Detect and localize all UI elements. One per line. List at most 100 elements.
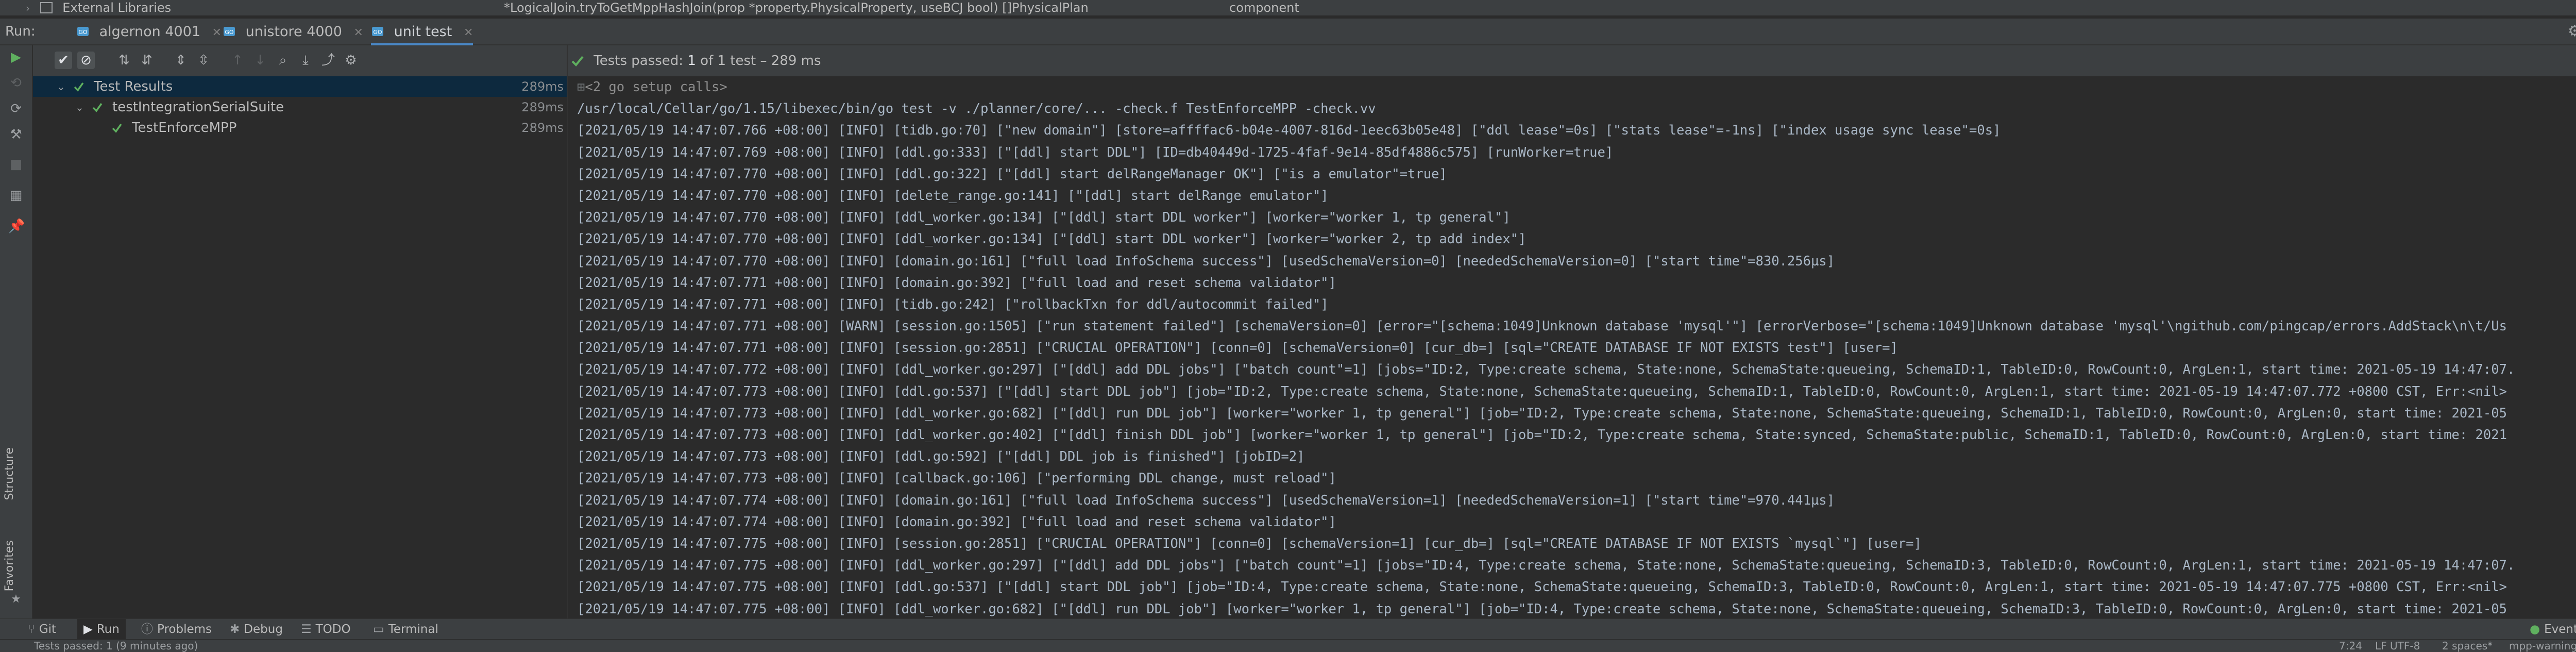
tab-label: algernon 4001 (99, 24, 201, 40)
go-run-config-icon: GO (224, 27, 235, 36)
tab-unit-test[interactable]: GO unit test ✕ (371, 21, 473, 46)
tab-terminal[interactable]: ▭ Terminal (373, 619, 438, 640)
svg-text:GO: GO (225, 29, 234, 36)
close-icon[interactable]: ✕ (354, 26, 363, 39)
tab-unistore[interactable]: GO unistore 4000 ✕ (223, 21, 363, 43)
method-signature: *LogicalJoin.tryToGetMppHashJoin(prop *p… (504, 1, 1089, 15)
check-icon (74, 82, 84, 92)
console-line: [2021/05/19 14:47:07.771 +08:00] [INFO] … (577, 275, 1336, 291)
indent-indicator[interactable]: 2 spaces* (2442, 640, 2493, 652)
duration-label: 289ms (521, 100, 564, 114)
console-line: [2021/05/19 14:47:07.773 +08:00] [INFO] … (577, 449, 1305, 465)
project-top-strip: › External Libraries *LogicalJoin.tryToG… (0, 0, 2576, 16)
folded-setup-calls[interactable]: ⊞<2 go setup calls> (577, 76, 2576, 98)
rerun-icon[interactable]: ▶ (8, 49, 24, 65)
structure-tool-tab[interactable]: Structure (3, 447, 16, 500)
collapse-all-icon[interactable]: ⇳ (195, 52, 212, 69)
external-libraries-label: External Libraries (62, 1, 172, 15)
console-line: [2021/05/19 14:47:07.773 +08:00] [INFO] … (577, 405, 2507, 421)
tab-run[interactable]: ▶ Run (77, 619, 126, 640)
tree-row-test[interactable]: TestEnforceMPP 289ms (33, 118, 567, 138)
console-line: [2021/05/19 14:47:07.771 +08:00] [INFO] … (577, 340, 1898, 356)
close-icon[interactable]: ✕ (212, 26, 222, 39)
git-branch-indicator[interactable]: mpp-warnings (2509, 640, 2576, 652)
encoding-indicator[interactable]: LF UTF-8 (2375, 640, 2420, 652)
expand-all-icon[interactable]: ⇕ (172, 52, 190, 69)
status-prefix: Tests passed: (594, 53, 684, 69)
console-line: [2021/05/19 14:47:07.770 +08:00] [INFO] … (577, 253, 1835, 269)
check-icon (571, 56, 584, 66)
tab-label: unistore 4000 (245, 24, 342, 40)
gear-icon[interactable]: ⚙ (2568, 23, 2576, 40)
duration-label: 289ms (521, 79, 564, 94)
tree-row-label: TestEnforceMPP (132, 120, 237, 136)
svg-text:GO: GO (78, 29, 88, 36)
show-ignored-icon[interactable]: ⊘ (77, 52, 95, 69)
toggle-auto-test-icon[interactable]: ⟳ (8, 101, 24, 116)
console-line: [2021/05/19 14:47:07.770 +08:00] [INFO] … (577, 210, 1511, 226)
component-label: component (1229, 1, 1299, 15)
tree-row-label: Test Results (94, 79, 173, 94)
layout-icon[interactable]: ▦ (8, 188, 24, 203)
console-line: [2021/05/19 14:47:07.774 +08:00] [INFO] … (577, 514, 1336, 530)
tab-git[interactable]: ⑂ Git (28, 619, 56, 640)
go-run-config-icon: GO (77, 27, 89, 36)
run-tool-window-header: Run: GO algernon 4001 ✕ GO unistore 4000… (0, 19, 2576, 46)
status-message[interactable]: Tests passed: 1 (9 minutes ago) (34, 640, 198, 652)
export-tests-icon[interactable]: ⤴ (319, 52, 337, 69)
test-tree-toolbar: ✔ ⊘ ⇅ ⇵ ⇕ ⇳ ↑ ↓ ⌕ ⤓ ⤴ ⚙ (33, 45, 567, 76)
wrench-icon[interactable]: ⚒ (8, 127, 24, 142)
tab-debug[interactable]: ✱ Debug (230, 619, 283, 640)
status-bar: Tests passed: 1 (9 minutes ago) 7:24 LF … (0, 639, 2576, 652)
favorites-tool-tab[interactable]: Favorites (3, 540, 16, 591)
event-log-tab[interactable]: ●Event Log (2530, 619, 2576, 640)
check-icon (92, 103, 103, 112)
console-output[interactable]: Tests passed: 1 of 1 test – 289 ms ⊞<2 g… (568, 45, 2576, 618)
test-results-tree: ✔ ⊘ ⇅ ⇵ ⇕ ⇳ ↑ ↓ ⌕ ⤓ ⤴ ⚙ ⌄ Test Results 2… (33, 45, 568, 618)
import-tests-icon[interactable]: ⤓ (297, 52, 314, 69)
console-line: [2021/05/19 14:47:07.773 +08:00] [INFO] … (577, 471, 1336, 487)
pin-icon[interactable]: 📌 (8, 219, 25, 234)
next-failed-icon[interactable]: ↓ (251, 52, 269, 69)
close-icon[interactable]: ✕ (464, 26, 473, 39)
tab-algernon[interactable]: GO algernon 4001 ✕ (76, 21, 222, 43)
chevron-down-icon[interactable]: ⌄ (57, 76, 65, 97)
console-line: [2021/05/19 14:47:07.770 +08:00] [INFO] … (577, 166, 1447, 182)
tree-row-suite[interactable]: ⌄ testIntegrationSerialSuite 289ms (33, 97, 567, 118)
chevron-right-icon: › (26, 2, 30, 14)
expand-icon[interactable]: ⊞ (577, 79, 585, 95)
rerun-failed-icon[interactable]: ⟲ (8, 75, 24, 91)
external-libraries-node[interactable]: › External Libraries (26, 0, 171, 15)
caret-position[interactable]: 7:24 (2339, 640, 2362, 652)
console-line: [2021/05/19 14:47:07.775 +08:00] [INFO] … (577, 579, 2507, 595)
info-icon: ⓘ (141, 623, 153, 636)
status-suffix: of 1 test – 289 ms (700, 53, 821, 69)
bug-icon: ✱ (230, 623, 240, 636)
run-left-toolbar: ▶ ⟲ ⟳ ⚒ ■ ▦ 📌 Structure Favorites ★ (0, 45, 32, 618)
console-line: /usr/local/Cellar/go/1.15/libexec/bin/go… (577, 101, 1376, 117)
sort-by-duration-icon[interactable]: ⇵ (138, 52, 156, 69)
test-status-bar: Tests passed: 1 of 1 test – 289 ms (568, 45, 2576, 76)
tab-todo[interactable]: ☰ TODO (301, 619, 351, 640)
previous-failed-icon[interactable]: ↑ (229, 52, 246, 69)
settings-icon[interactable]: ⚙ (342, 52, 360, 69)
tree-row-label: testIntegrationSerialSuite (112, 99, 284, 115)
event-log-icon: ● (2530, 623, 2540, 636)
tab-problems[interactable]: ⓘ Problems (141, 619, 212, 640)
run-label: Run: (5, 24, 36, 39)
console-line: [2021/05/19 14:47:07.774 +08:00] [INFO] … (577, 492, 1835, 508)
console-line: [2021/05/19 14:47:07.775 +08:00] [INFO] … (577, 558, 2515, 574)
chevron-down-icon[interactable]: ⌄ (75, 97, 84, 118)
go-test-config-icon: GO (372, 27, 383, 36)
console-line: [2021/05/19 14:47:07.766 +08:00] [INFO] … (577, 123, 2001, 139)
tree-row-test-results[interactable]: ⌄ Test Results 289ms (33, 76, 567, 97)
sort-alphabetically-icon[interactable]: ⇅ (115, 52, 133, 69)
duration-label: 289ms (521, 121, 564, 135)
status-count: 1 (687, 53, 696, 69)
check-icon (112, 123, 122, 133)
stop-icon[interactable]: ■ (8, 157, 24, 172)
star-icon[interactable]: ★ (8, 592, 24, 607)
show-passed-icon[interactable]: ✔ (55, 52, 72, 69)
svg-text:GO: GO (373, 29, 382, 36)
search-icon[interactable]: ⌕ (274, 52, 292, 69)
